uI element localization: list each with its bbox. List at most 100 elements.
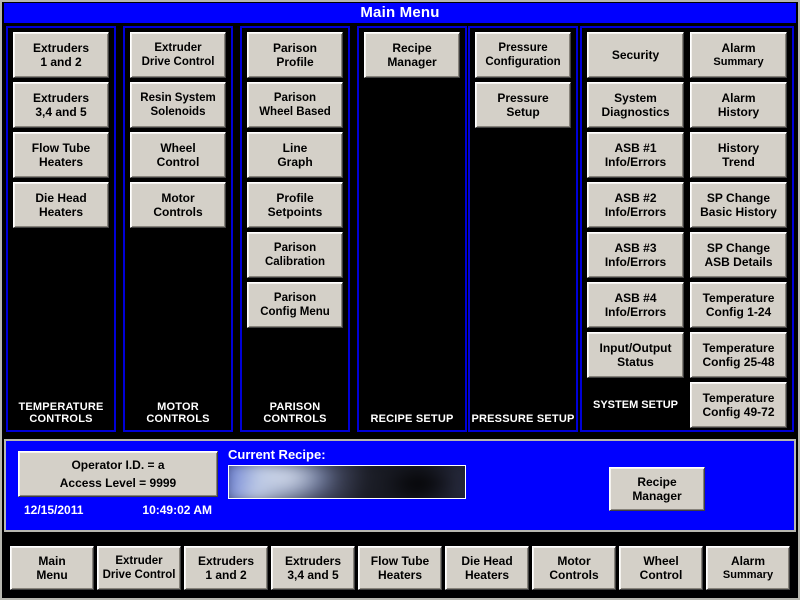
button-line-1: Temperature bbox=[702, 291, 775, 305]
nav-button-die-head-heaters[interactable]: Die Head Heaters bbox=[445, 545, 529, 590]
panel-caption-recipe-setup: RECIPE SETUP bbox=[359, 413, 465, 425]
button-line-2: Summary bbox=[722, 568, 774, 581]
hmi-screen: Main Menu Extruders 1 and 2 Extruders 3,… bbox=[0, 0, 800, 600]
button-extruders-3-4-and-5[interactable]: Extruders 3,4 and 5 bbox=[13, 82, 109, 128]
button-line-1: Wheel bbox=[643, 553, 679, 568]
button-line-1: Parison bbox=[273, 242, 317, 254]
panel-body: Extruders 1 and 2 Extruders 3,4 and 5 Fl… bbox=[8, 28, 114, 430]
current-recipe-field[interactable] bbox=[228, 465, 466, 499]
button-parison-config-menu[interactable]: Parison Config Menu bbox=[247, 282, 343, 328]
button-line-1: Motor bbox=[161, 191, 195, 205]
datetime-display: 12/15/2011 10:49:02 AM bbox=[18, 503, 218, 517]
button-line-1: Parison bbox=[272, 41, 317, 55]
button-parison-wheel-based[interactable]: Parison Wheel Based bbox=[247, 82, 343, 128]
button-asb-1-info-errors[interactable]: ASB #1 Info/Errors bbox=[587, 132, 684, 178]
button-parison-profile[interactable]: Parison Profile bbox=[247, 32, 343, 78]
status-bar: Operator I.D. = a Access Level = 9999 12… bbox=[4, 439, 796, 532]
button-line-1: Die Head bbox=[461, 553, 513, 568]
button-line-1: Security bbox=[611, 48, 660, 62]
button-line-2: Control bbox=[639, 567, 683, 582]
nav-button-extruder-drive-control[interactable]: Extruder Drive Control bbox=[97, 545, 181, 590]
nav-button-extruders-3-4-and-5[interactable]: Extruders 3,4 and 5 bbox=[271, 545, 355, 590]
caption-line-1: PRESSURE bbox=[471, 413, 534, 425]
access-level-label: Access Level = bbox=[59, 476, 147, 490]
nav-button-extruders-1-and-2[interactable]: Extruders 1 and 2 bbox=[184, 545, 268, 590]
button-line-2: Info/Errors bbox=[604, 305, 667, 319]
button-line-1: SP Change bbox=[706, 191, 771, 205]
page-title: Main Menu bbox=[4, 3, 796, 23]
panel-caption-pressure-setup: PRESSURE SETUP bbox=[470, 413, 576, 425]
button-recipe-manager-status[interactable]: Recipe Manager bbox=[609, 467, 705, 511]
button-line-1: Recipe bbox=[392, 41, 432, 55]
button-line-1: Die Head bbox=[35, 191, 87, 205]
button-asb-4-info-errors[interactable]: ASB #4 Info/Errors bbox=[587, 282, 684, 328]
button-line-2: 1 and 2 bbox=[205, 567, 247, 582]
button-asb-3-info-errors[interactable]: ASB #3 Info/Errors bbox=[587, 232, 684, 278]
button-extruders-1-and-2[interactable]: Extruders 1 and 2 bbox=[13, 32, 109, 78]
button-alarm-history[interactable]: Alarm History bbox=[690, 82, 787, 128]
operator-info-box: Operator I.D. = a Access Level = 9999 bbox=[18, 451, 218, 497]
button-temperature-config-1-24[interactable]: Temperature Config 1-24 bbox=[690, 282, 787, 328]
button-input-output-status[interactable]: Input/Output Status bbox=[587, 332, 684, 378]
button-line-graph[interactable]: Line Graph bbox=[247, 132, 343, 178]
button-profile-setpoints[interactable]: Profile Setpoints bbox=[247, 182, 343, 228]
button-line-2: Calibration bbox=[264, 256, 326, 268]
caption-line-2: SETUP bbox=[415, 413, 454, 425]
button-line-2: Config Menu bbox=[260, 306, 330, 318]
button-line-2: Info/Errors bbox=[604, 255, 667, 269]
caption-line-1: SYSTEM bbox=[593, 398, 639, 411]
nav-button-wheel-control[interactable]: Wheel Control bbox=[619, 545, 703, 590]
button-pressure-configuration[interactable]: Pressure Configuration bbox=[475, 32, 571, 78]
button-line-1: Profile bbox=[276, 191, 314, 205]
button-line-2: Info/Errors bbox=[604, 205, 667, 219]
button-sp-change-asb-details[interactable]: SP Change ASB Details bbox=[690, 232, 787, 278]
button-temperature-config-25-48[interactable]: Temperature Config 25-48 bbox=[690, 332, 787, 378]
nav-button-flow-tube-heaters[interactable]: Flow Tube Heaters bbox=[358, 545, 442, 590]
button-line-1: Extruders bbox=[284, 553, 342, 568]
time-text: 10:49:02 AM bbox=[142, 503, 212, 517]
button-motor-controls[interactable]: Motor Controls bbox=[130, 182, 226, 228]
button-line-1: Alarm bbox=[721, 91, 756, 105]
button-line-2: Controls bbox=[549, 567, 599, 582]
button-line-1: ASB #1 bbox=[614, 141, 657, 155]
nav-button-alarm-summary[interactable]: Alarm Summary bbox=[706, 545, 790, 590]
current-recipe-label: Current Recipe: bbox=[228, 447, 326, 462]
button-security[interactable]: Security bbox=[587, 32, 684, 78]
button-line-2: Config 25-48 bbox=[702, 355, 775, 369]
button-line-2: Control bbox=[156, 155, 200, 169]
caption-line-2: SETUP bbox=[536, 413, 575, 425]
button-resin-system-solenoids[interactable]: Resin System Solenoids bbox=[130, 82, 226, 128]
button-line-1: Flow Tube bbox=[370, 553, 430, 568]
button-asb-2-info-errors[interactable]: ASB #2 Info/Errors bbox=[587, 182, 684, 228]
button-flow-tube-heaters[interactable]: Flow Tube Heaters bbox=[13, 132, 109, 178]
nav-button-motor-controls[interactable]: Motor Controls bbox=[532, 545, 616, 590]
button-line-1: History bbox=[717, 141, 760, 155]
nav-button-main-menu[interactable]: Main Menu bbox=[10, 545, 94, 590]
panel-body: Extruder Drive Control Resin System Sole… bbox=[125, 28, 231, 430]
button-recipe-manager[interactable]: Recipe Manager bbox=[364, 32, 460, 78]
button-sp-change-basic-history[interactable]: SP Change Basic History bbox=[690, 182, 787, 228]
button-parison-calibration[interactable]: Parison Calibration bbox=[247, 232, 343, 278]
button-line-1: Pressure bbox=[498, 42, 548, 54]
operator-id-label: Operator I.D. = bbox=[71, 458, 155, 472]
button-line-1: Extruders bbox=[32, 91, 90, 105]
panel-body: Parison Profile Parison Wheel Based Line… bbox=[242, 28, 348, 430]
button-wheel-control[interactable]: Wheel Control bbox=[130, 132, 226, 178]
button-history-trend[interactable]: History Trend bbox=[690, 132, 787, 178]
button-line-1: Input/Output bbox=[599, 341, 672, 355]
button-alarm-summary[interactable]: Alarm Summary bbox=[690, 32, 787, 78]
button-die-head-heaters[interactable]: Die Head Heaters bbox=[13, 182, 109, 228]
button-line-1: Parison bbox=[273, 292, 317, 304]
panel-system-setup: Security Alarm Summary System Diagnostic… bbox=[580, 26, 794, 432]
access-level-row: Access Level = 9999 bbox=[60, 474, 176, 492]
caption-line-1: RECIPE bbox=[370, 413, 413, 425]
button-system-diagnostics[interactable]: System Diagnostics bbox=[587, 82, 684, 128]
button-line-1: Main bbox=[38, 553, 66, 568]
button-line-1: Temperature bbox=[702, 391, 775, 405]
operator-id-value: a bbox=[157, 458, 165, 472]
button-extruder-drive-control[interactable]: Extruder Drive Control bbox=[130, 32, 226, 78]
button-pressure-setup[interactable]: Pressure Setup bbox=[475, 82, 571, 128]
panel-caption-temperature-controls: TEMPERATURE CONTROLS bbox=[8, 401, 114, 425]
button-line-1: Temperature bbox=[702, 341, 775, 355]
button-temperature-config-49-72[interactable]: Temperature Config 49-72 bbox=[690, 382, 787, 428]
